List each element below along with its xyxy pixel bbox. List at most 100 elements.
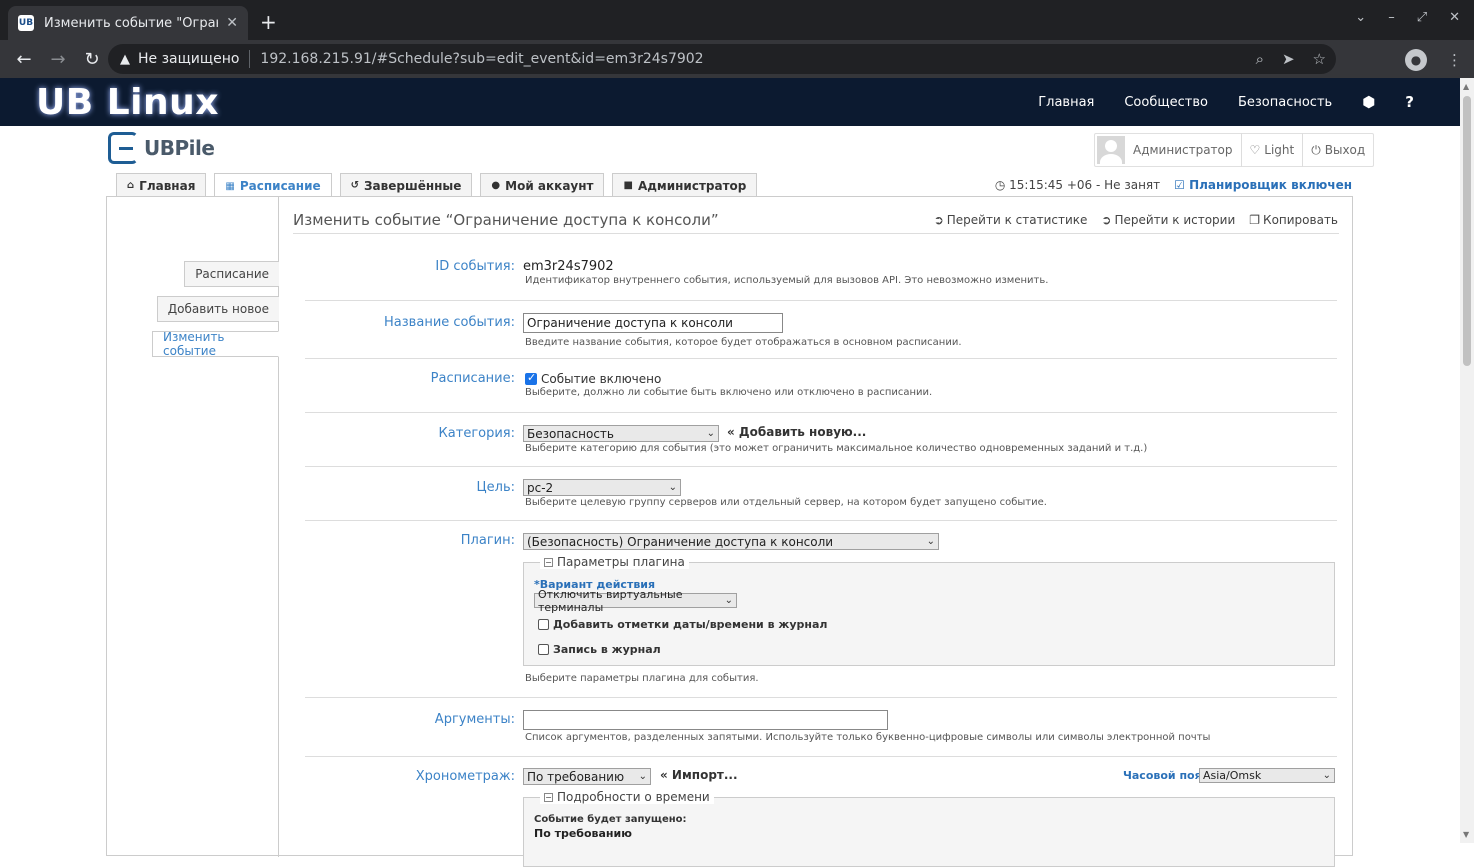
restore-icon[interactable]: ⤢: [1417, 10, 1427, 25]
tab-home[interactable]: ⌂ Главная: [116, 173, 207, 197]
write-log-label: Запись в журнал: [553, 643, 661, 656]
scroll-thumb[interactable]: [1463, 96, 1471, 366]
import-link[interactable]: « Импорт...: [660, 768, 738, 782]
close-tab-icon[interactable]: ✕: [226, 15, 238, 31]
app-logo[interactable]: UBPile: [108, 132, 215, 164]
reload-icon[interactable]: ↻: [82, 49, 102, 70]
write-log-checkbox-wrap[interactable]: Запись в журнал: [538, 642, 661, 656]
time-details-fieldset: − Подробности о времени Событие будет зап…: [523, 790, 1335, 867]
event-enabled-label: Событие включено: [541, 371, 662, 386]
time-details-line2: По требованию: [534, 827, 632, 840]
arguments-input[interactable]: [523, 710, 888, 730]
new-tab-icon[interactable]: +: [260, 10, 277, 34]
tab-schedule[interactable]: ▦ Расписание: [214, 173, 332, 198]
user-name: Администратор: [1133, 143, 1233, 157]
row-category: Категория: Безопасность ⌄ « Добавить нову…: [305, 413, 1337, 467]
browser-tab-strip: UB Изменить событие "Огранич ✕ + ⌄ – ⤢ ✕: [0, 0, 1474, 40]
forward-arrow-icon[interactable]: →: [48, 49, 68, 70]
go-to-history-link[interactable]: ➲ Перейти к истории: [1101, 213, 1235, 227]
tab-admin[interactable]: ■ Администратор: [612, 173, 758, 197]
event-id-label: ID события:: [435, 259, 515, 274]
zoom-icon[interactable]: ⌕: [1256, 50, 1264, 68]
not-secure-label: Не защищено: [138, 51, 240, 67]
target-caption: Выберите целевую группу серверов или отд…: [525, 497, 1047, 508]
logout-button[interactable]: ⏻ Выход: [1302, 133, 1373, 167]
event-name-input[interactable]: [523, 313, 783, 333]
side-item-schedule[interactable]: Расписание: [184, 261, 279, 287]
tab-completed[interactable]: ↺ Завершённые: [339, 173, 473, 197]
menu-dots-icon[interactable]: ⋮: [1447, 51, 1462, 69]
profile-icon[interactable]: ●: [1405, 49, 1427, 71]
category-select-value: Безопасность: [527, 426, 614, 441]
help-icon[interactable]: ?: [1405, 93, 1414, 111]
chevron-down-icon: ⌄: [724, 595, 733, 606]
arguments-label: Аргументы:: [434, 712, 515, 727]
plugin-select[interactable]: (Безопасность) Ограничение доступа к кон…: [523, 533, 939, 550]
timing-select[interactable]: По требованию ⌄: [523, 768, 651, 785]
scheduler-toggle[interactable]: ☑ Планировщик включен: [1174, 178, 1352, 192]
theme-toggle[interactable]: ♡ Light: [1240, 133, 1303, 167]
top-nav-home[interactable]: Главная: [1038, 95, 1094, 110]
address-bar-actions: ⌕ ➤ ☆: [1256, 50, 1326, 68]
power-icon: ⏻: [1311, 142, 1321, 157]
timezone-select-value: Asia/Omsk: [1203, 769, 1262, 782]
star-icon[interactable]: ☆: [1313, 50, 1326, 68]
user-icon: ●: [491, 180, 501, 191]
page-scrollbar[interactable]: ▲ ▼: [1460, 78, 1474, 843]
tab-my-account[interactable]: ● Мой аккаунт: [480, 173, 605, 197]
target-select-value: pc-2: [527, 480, 554, 495]
event-enabled-checkbox[interactable]: [525, 371, 537, 385]
tab-home-label: Главная: [139, 178, 196, 193]
url-text[interactable]: 192.168.215.91/#Schedule?sub=edit_event&…: [260, 51, 703, 67]
event-id-caption: Идентификатор внутреннего события, испол…: [525, 275, 1049, 286]
top-nav: Главная Сообщество Безопасность ⬢ ?: [1038, 78, 1414, 126]
main-tabs: ⌂ Главная ▦ Расписание ↺ Завершённые ● Мой а…: [116, 173, 758, 198]
go-to-stats-link[interactable]: ➲ Перейти к статистике: [934, 213, 1088, 227]
target-select[interactable]: pc-2 ⌄: [523, 479, 681, 496]
side-item-edit-event[interactable]: Изменить событие: [152, 330, 279, 358]
minimize-icon[interactable]: –: [1388, 10, 1395, 25]
close-window-icon[interactable]: ✕: [1449, 10, 1460, 25]
timestamps-checkbox[interactable]: [538, 619, 549, 630]
browser-tab[interactable]: UB Изменить событие "Огранич ✕: [8, 6, 248, 40]
chevron-down-icon: ⌄: [926, 536, 935, 547]
top-nav-community[interactable]: Сообщество: [1124, 95, 1208, 110]
event-enabled-checkbox-wrap[interactable]: Событие включено: [525, 371, 661, 386]
send-icon[interactable]: ➤: [1282, 50, 1295, 68]
timestamps-checkbox-wrap[interactable]: Добавить отметки даты/времени в журнал: [538, 617, 827, 631]
side-item-add-new[interactable]: Добавить новое: [156, 296, 279, 322]
clock-icon: ◷: [994, 178, 1010, 192]
time-details-legend[interactable]: − Подробности о времени: [540, 790, 714, 804]
lightbulb-icon: ♡: [1249, 143, 1261, 157]
timing-select-value: По требованию: [527, 769, 625, 784]
theme-label: Light: [1264, 143, 1295, 157]
app-name: UBPile: [144, 136, 215, 160]
scroll-down-icon[interactable]: ▼: [1463, 830, 1469, 839]
timezone-select[interactable]: Asia/Omsk ⌄: [1199, 768, 1335, 783]
action-variant-select[interactable]: Отключить виртуальные терминалы ⌄: [534, 588, 737, 614]
tab-completed-label: Завершённые: [364, 178, 462, 193]
copy-link[interactable]: ❐ Копировать: [1249, 213, 1338, 227]
chevron-down-icon[interactable]: ⌄: [1355, 10, 1366, 25]
title-divider: [293, 233, 1339, 234]
event-id-value: em3r24s7902: [523, 259, 614, 274]
arrow-circle-icon: ➲: [933, 213, 944, 227]
back-arrow-icon[interactable]: ←: [14, 49, 34, 70]
add-category-link[interactable]: « Добавить новую...: [727, 425, 866, 439]
time-details-legend-text: Подробности о времени: [557, 790, 710, 804]
cube-icon[interactable]: ⬢: [1362, 93, 1375, 111]
page-actions: ➲ Перейти к статистике ➲ Перейти к истории…: [934, 213, 1338, 227]
row-arguments: Аргументы: Список аргументов, разделенны…: [305, 698, 1337, 757]
category-select[interactable]: Безопасность ⌄: [523, 425, 719, 442]
collapse-icon: −: [544, 793, 553, 802]
copy-label: Копировать: [1263, 213, 1338, 227]
address-bar[interactable]: ▲ Не защищено 192.168.215.91/#Schedule?s…: [108, 44, 1336, 74]
schedule-label: Расписание:: [430, 371, 515, 386]
write-log-checkbox[interactable]: [538, 644, 549, 655]
schedule-caption: Выберите, должно ли событие быть включен…: [525, 387, 933, 398]
top-nav-security[interactable]: Безопасность: [1238, 95, 1332, 110]
plugin-params-legend[interactable]: − Параметры плагина: [540, 555, 689, 569]
brand-logo[interactable]: UB Linux: [36, 78, 219, 126]
user-account[interactable]: Администратор: [1095, 133, 1241, 167]
scroll-up-icon[interactable]: ▲: [1463, 82, 1469, 91]
